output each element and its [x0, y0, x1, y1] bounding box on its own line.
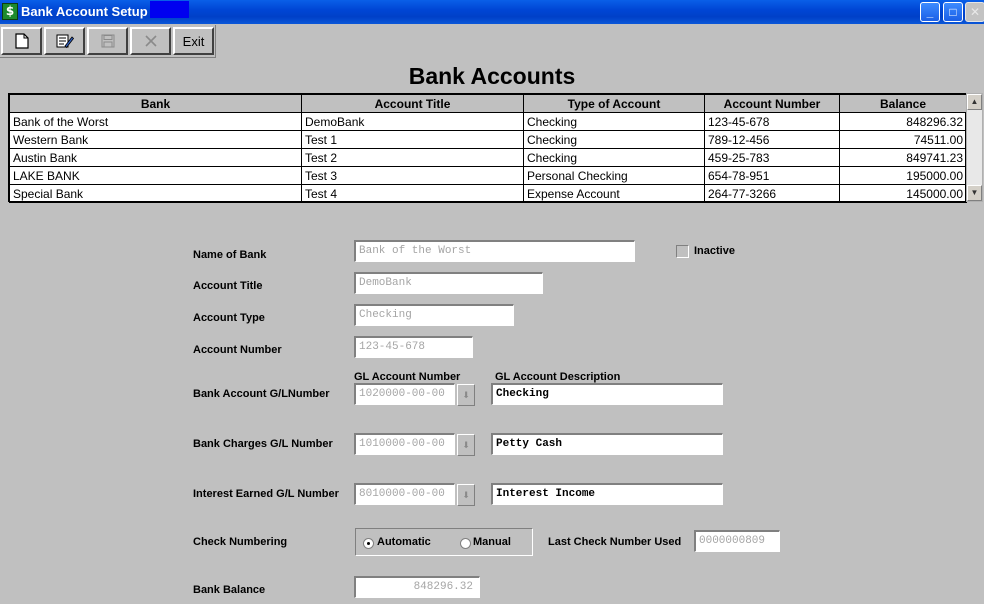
- cell-balance: 74511.00: [839, 130, 967, 149]
- bank-account-gl-description-field[interactable]: Checking: [491, 383, 723, 405]
- table-scrollbar[interactable]: ▲ ▼: [966, 93, 983, 202]
- bank-account-gl-dropdown[interactable]: ⬇: [457, 384, 475, 406]
- column-header-type-of-account[interactable]: Type of Account: [523, 94, 705, 113]
- bank-charges-gl-dropdown[interactable]: ⬇: [457, 434, 475, 456]
- cell-balance: 848296.32: [839, 112, 967, 131]
- table-row[interactable]: Austin Bank Test 2 Checking 459-25-783 8…: [9, 148, 967, 167]
- cell-balance: 849741.23: [839, 148, 967, 167]
- cell-balance: 145000.00: [839, 184, 967, 203]
- account-title-label: Account Title: [193, 280, 263, 292]
- page-title: Bank Accounts: [408, 63, 576, 89]
- cell-type-of-account: Checking: [523, 148, 705, 167]
- save-icon: [101, 34, 114, 48]
- column-header-account-title[interactable]: Account Title: [301, 94, 524, 113]
- arrow-down-icon: ⬇: [462, 390, 470, 400]
- cell-bank: Western Bank: [9, 130, 302, 149]
- title-bar: $ Bank Account Setup _ □ ✕: [0, 0, 984, 24]
- minimize-button[interactable]: _: [920, 2, 940, 22]
- cell-bank: LAKE BANK: [9, 166, 302, 185]
- bank-charges-gl-label: Bank Charges G/L Number: [193, 438, 333, 450]
- name-of-bank-label: Name of Bank: [193, 249, 267, 261]
- bank-accounts-table: Bank Account Title Type of Account Accou…: [8, 93, 967, 203]
- title-highlight: [150, 1, 189, 18]
- window-title: Bank Account Setup: [21, 4, 148, 19]
- manual-radio[interactable]: [460, 538, 471, 549]
- table-row[interactable]: LAKE BANK Test 3 Personal Checking 654-7…: [9, 166, 967, 185]
- cell-balance: 195000.00: [839, 166, 967, 185]
- table-row[interactable]: Special Bank Test 4 Expense Account 264-…: [9, 184, 967, 203]
- scroll-down-button[interactable]: ▼: [967, 185, 982, 201]
- delete-button[interactable]: [130, 27, 171, 55]
- account-type-label: Account Type: [193, 312, 265, 324]
- bank-balance-field[interactable]: 848296.32: [354, 576, 480, 598]
- interest-earned-gl-dropdown[interactable]: ⬇: [457, 484, 475, 506]
- manual-label: Manual: [473, 536, 511, 548]
- account-number-field[interactable]: 123-45-678: [354, 336, 473, 358]
- maximize-button[interactable]: □: [943, 2, 963, 22]
- arrow-up-icon: ▲: [970, 97, 979, 106]
- toolbar: Exit: [0, 25, 216, 58]
- cell-account-title: Test 4: [301, 184, 524, 203]
- column-header-balance[interactable]: Balance: [839, 94, 967, 113]
- edit-icon: [56, 34, 74, 49]
- cell-account-title: Test 3: [301, 166, 524, 185]
- cell-account-number: 654-78-951: [704, 166, 840, 185]
- gl-account-description-header: GL Account Description: [495, 371, 621, 383]
- arrow-down-icon: ▼: [970, 188, 979, 197]
- scroll-up-button[interactable]: ▲: [967, 94, 982, 110]
- cell-account-title: DemoBank: [301, 112, 524, 131]
- table-header-row: Bank Account Title Type of Account Accou…: [9, 94, 967, 113]
- check-numbering-group: Automatic Manual: [355, 528, 533, 556]
- interest-earned-gl-number-field[interactable]: 8010000-00-00: [354, 483, 455, 505]
- name-of-bank-field[interactable]: Bank of the Worst: [354, 240, 635, 262]
- app-icon: $: [2, 3, 18, 20]
- arrow-down-icon: ⬇: [462, 440, 470, 450]
- gl-account-number-header: GL Account Number: [354, 371, 461, 383]
- automatic-label: Automatic: [377, 536, 431, 548]
- column-header-account-number[interactable]: Account Number: [704, 94, 840, 113]
- new-button[interactable]: [1, 27, 42, 55]
- cell-bank: Special Bank: [9, 184, 302, 203]
- column-header-bank[interactable]: Bank: [9, 94, 302, 113]
- bank-account-gl-label: Bank Account G/LNumber: [193, 388, 330, 400]
- cell-account-title: Test 1: [301, 130, 524, 149]
- new-document-icon: [14, 33, 29, 49]
- bank-charges-gl-number-field[interactable]: 1010000-00-00: [354, 433, 455, 455]
- cell-account-number: 459-25-783: [704, 148, 840, 167]
- cell-account-title: Test 2: [301, 148, 524, 167]
- inactive-label: Inactive: [694, 245, 735, 257]
- cell-account-number: 789-12-456: [704, 130, 840, 149]
- table-row[interactable]: Bank of the Worst DemoBank Checking 123-…: [9, 112, 967, 131]
- cell-bank: Bank of the Worst: [9, 112, 302, 131]
- interest-earned-gl-label: Interest Earned G/L Number: [193, 488, 339, 500]
- exit-button[interactable]: Exit: [173, 27, 214, 55]
- edit-button[interactable]: [44, 27, 85, 55]
- account-type-field[interactable]: Checking: [354, 304, 514, 326]
- arrow-down-icon: ⬇: [462, 490, 470, 500]
- cell-type-of-account: Personal Checking: [523, 166, 705, 185]
- inactive-checkbox[interactable]: [676, 245, 689, 258]
- check-numbering-label: Check Numbering: [193, 536, 288, 548]
- automatic-radio[interactable]: [363, 538, 374, 549]
- account-title-field[interactable]: DemoBank: [354, 272, 543, 294]
- cell-account-number: 264-77-3266: [704, 184, 840, 203]
- bank-charges-gl-description-field[interactable]: Petty Cash: [491, 433, 723, 455]
- delete-icon: [144, 35, 157, 47]
- close-button[interactable]: ✕: [965, 2, 984, 22]
- bank-account-gl-number-field[interactable]: 1020000-00-00: [354, 383, 455, 405]
- save-button[interactable]: [87, 27, 128, 55]
- bank-balance-label: Bank Balance: [193, 584, 266, 596]
- cell-bank: Austin Bank: [9, 148, 302, 167]
- cell-type-of-account: Checking: [523, 112, 705, 131]
- cell-type-of-account: Checking: [523, 130, 705, 149]
- account-number-label: Account Number: [193, 344, 282, 356]
- cell-account-number: 123-45-678: [704, 112, 840, 131]
- interest-earned-gl-description-field[interactable]: Interest Income: [491, 483, 723, 505]
- last-check-number-field[interactable]: 0000000809: [694, 530, 780, 552]
- cell-type-of-account: Expense Account: [523, 184, 705, 203]
- last-check-number-label: Last Check Number Used: [548, 536, 682, 548]
- table-row[interactable]: Western Bank Test 1 Checking 789-12-456 …: [9, 130, 967, 149]
